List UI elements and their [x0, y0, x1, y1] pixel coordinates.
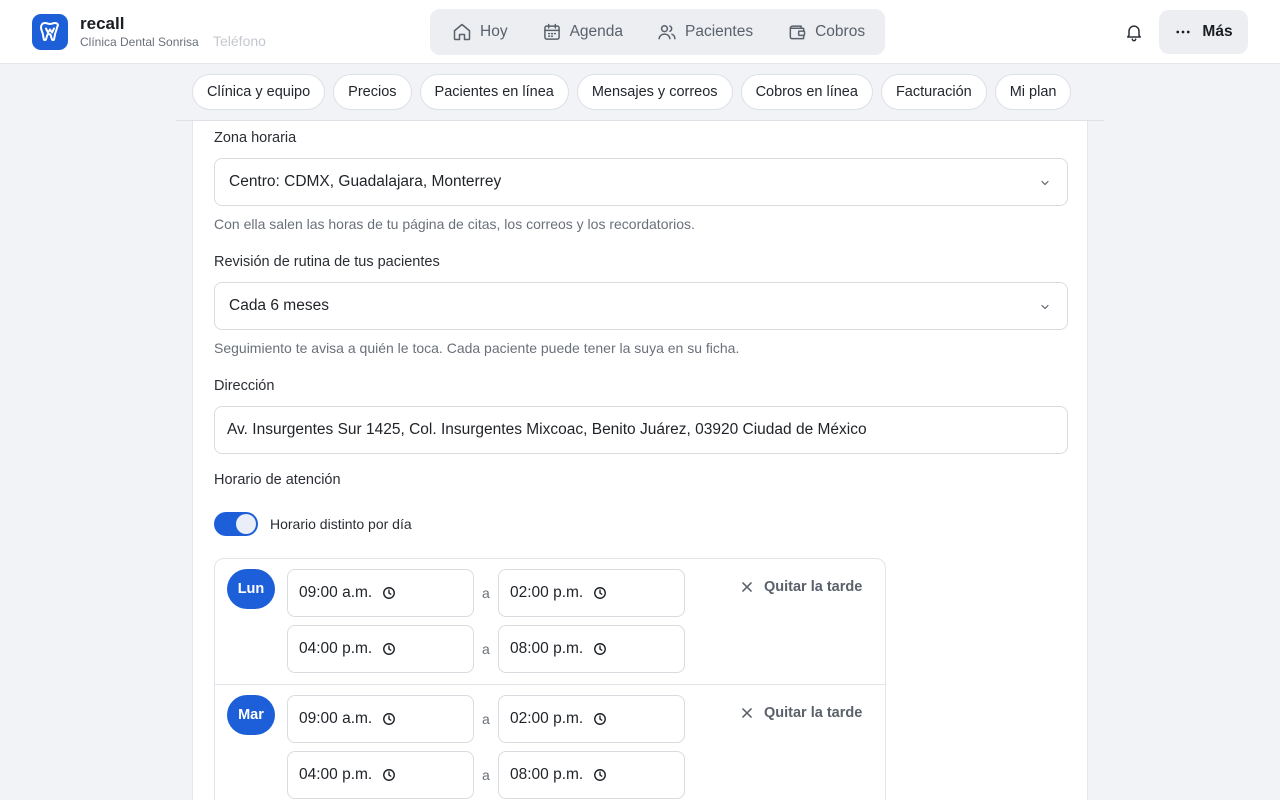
more-menu-button[interactable]: Más: [1159, 10, 1248, 54]
tab-facturacion[interactable]: Facturación: [880, 74, 987, 110]
remove-afternoon-label: Quitar la tarde: [764, 579, 863, 595]
time-value: 02:00 p.m.: [510, 584, 584, 601]
day-badge[interactable]: Lun: [227, 569, 275, 609]
nav-label: Agenda: [569, 23, 624, 40]
brand-name: recall: [80, 14, 125, 33]
time-separator: a: [482, 585, 490, 601]
more-label: Más: [1202, 23, 1233, 40]
brand[interactable]: recall Clínica Dental Sonrisa: [32, 14, 199, 50]
time-separator: a: [482, 767, 490, 783]
recall-interval-select[interactable]: Cada 6 meses: [214, 282, 1068, 330]
timezone-value: Centro: CDMX, Guadalajara, Monterrey: [229, 173, 502, 190]
nav-item-pacientes[interactable]: Pacientes: [639, 13, 769, 51]
nav-label: Cobros: [815, 23, 866, 40]
time-value: 04:00 p.m.: [299, 640, 373, 657]
clinic-settings-card: Zona horaria Centro: CDMX, Guadalajara, …: [192, 121, 1088, 800]
tab-mi-plan[interactable]: Mi plan: [994, 74, 1072, 110]
chevron-down-icon: [1041, 304, 1049, 310]
timezone-select[interactable]: Centro: CDMX, Guadalajara, Monterrey: [214, 158, 1068, 206]
timezone-label: Zona horaria: [214, 130, 297, 146]
nav-item-agenda[interactable]: Agenda: [524, 13, 639, 51]
remove-afternoon-button[interactable]: Quitar la tarde: [740, 705, 862, 721]
recall-help: Seguimiento te avisa a quién le toca. Ca…: [214, 340, 740, 356]
schedule-row-mar: Mar 09:00 a.m. a 02:00 p.m. 04:00 p.m. a…: [215, 684, 885, 800]
hours-label: Horario de atención: [214, 472, 341, 488]
clock-icon: [383, 769, 396, 781]
clock-icon: [383, 713, 396, 725]
settings-tabs: Clínica y equipo Precios Pacientes en lí…: [176, 64, 1104, 121]
clock-icon: [383, 643, 396, 655]
calendar-icon: [543, 23, 560, 40]
tab-cobros-en-linea[interactable]: Cobros en línea: [740, 74, 873, 110]
tab-precios[interactable]: Precios: [333, 74, 412, 110]
clinic-name: Clínica Dental Sonrisa: [80, 35, 199, 49]
time-separator: a: [482, 641, 490, 657]
weekly-schedule: Lun 09:00 a.m. a 02:00 p.m. 04:00 p.m. a…: [214, 558, 886, 800]
remove-afternoon-button[interactable]: Quitar la tarde: [740, 579, 862, 595]
afternoon-start-input[interactable]: 04:00 p.m.: [287, 625, 474, 673]
afternoon-start-input[interactable]: 04:00 p.m.: [287, 751, 474, 799]
time-value: 08:00 p.m.: [510, 766, 584, 783]
wallet-icon: [789, 25, 806, 40]
recall-label: Revisión de rutina de tus pacientes: [214, 254, 440, 270]
morning-end-input[interactable]: 02:00 p.m.: [498, 569, 685, 617]
notifications-button[interactable]: [1120, 18, 1148, 46]
nav-label: Hoy: [480, 23, 508, 40]
time-value: 09:00 a.m.: [299, 710, 373, 727]
more-dots-icon: [1176, 30, 1191, 34]
recall-value: Cada 6 meses: [229, 297, 329, 314]
tab-clinica-y-equipo[interactable]: Clínica y equipo: [192, 74, 326, 110]
main-nav: Hoy Agenda Pacientes Cobros: [430, 9, 886, 55]
per-day-hours-toggle[interactable]: [214, 512, 258, 536]
clock-icon: [594, 713, 607, 725]
day-badge[interactable]: Mar: [227, 695, 275, 735]
tooth-logo-icon: [32, 14, 68, 50]
clock-icon: [594, 587, 607, 599]
clock-icon: [594, 643, 607, 655]
nav-item-hoy[interactable]: Hoy: [434, 13, 524, 51]
nav-label: Pacientes: [685, 23, 754, 40]
tab-mensajes-y-correos[interactable]: Mensajes y correos: [576, 74, 733, 110]
time-value: 02:00 p.m.: [510, 710, 584, 727]
clock-icon: [594, 769, 607, 781]
home-icon: [453, 23, 471, 41]
time-value: 09:00 a.m.: [299, 584, 373, 601]
ghost-field-label: Teléfono: [213, 33, 266, 49]
clock-icon: [383, 587, 396, 599]
time-value: 08:00 p.m.: [510, 640, 584, 657]
afternoon-end-input[interactable]: 08:00 p.m.: [498, 751, 685, 799]
schedule-row-lun: Lun 09:00 a.m. a 02:00 p.m. 04:00 p.m. a…: [215, 559, 885, 684]
top-bar: recall Clínica Dental Sonrisa Teléfono H…: [0, 0, 1280, 64]
timezone-help: Con ella salen las horas de tu página de…: [214, 216, 695, 232]
address-input[interactable]: [214, 406, 1068, 454]
close-icon: [742, 708, 752, 718]
morning-start-input[interactable]: 09:00 a.m.: [287, 569, 474, 617]
tab-pacientes-en-linea[interactable]: Pacientes en línea: [419, 74, 569, 110]
morning-start-input[interactable]: 09:00 a.m.: [287, 695, 474, 743]
users-icon: [658, 25, 676, 40]
bell-icon: [1127, 25, 1141, 42]
nav-item-cobros[interactable]: Cobros: [769, 13, 881, 51]
time-separator: a: [482, 711, 490, 727]
time-value: 04:00 p.m.: [299, 766, 373, 783]
chevron-down-icon: [1041, 180, 1049, 186]
address-label: Dirección: [214, 378, 275, 394]
afternoon-end-input[interactable]: 08:00 p.m.: [498, 625, 685, 673]
close-icon: [742, 582, 752, 592]
per-day-hours-label: Horario distinto por día: [270, 516, 412, 532]
morning-end-input[interactable]: 02:00 p.m.: [498, 695, 685, 743]
remove-afternoon-label: Quitar la tarde: [764, 705, 863, 721]
